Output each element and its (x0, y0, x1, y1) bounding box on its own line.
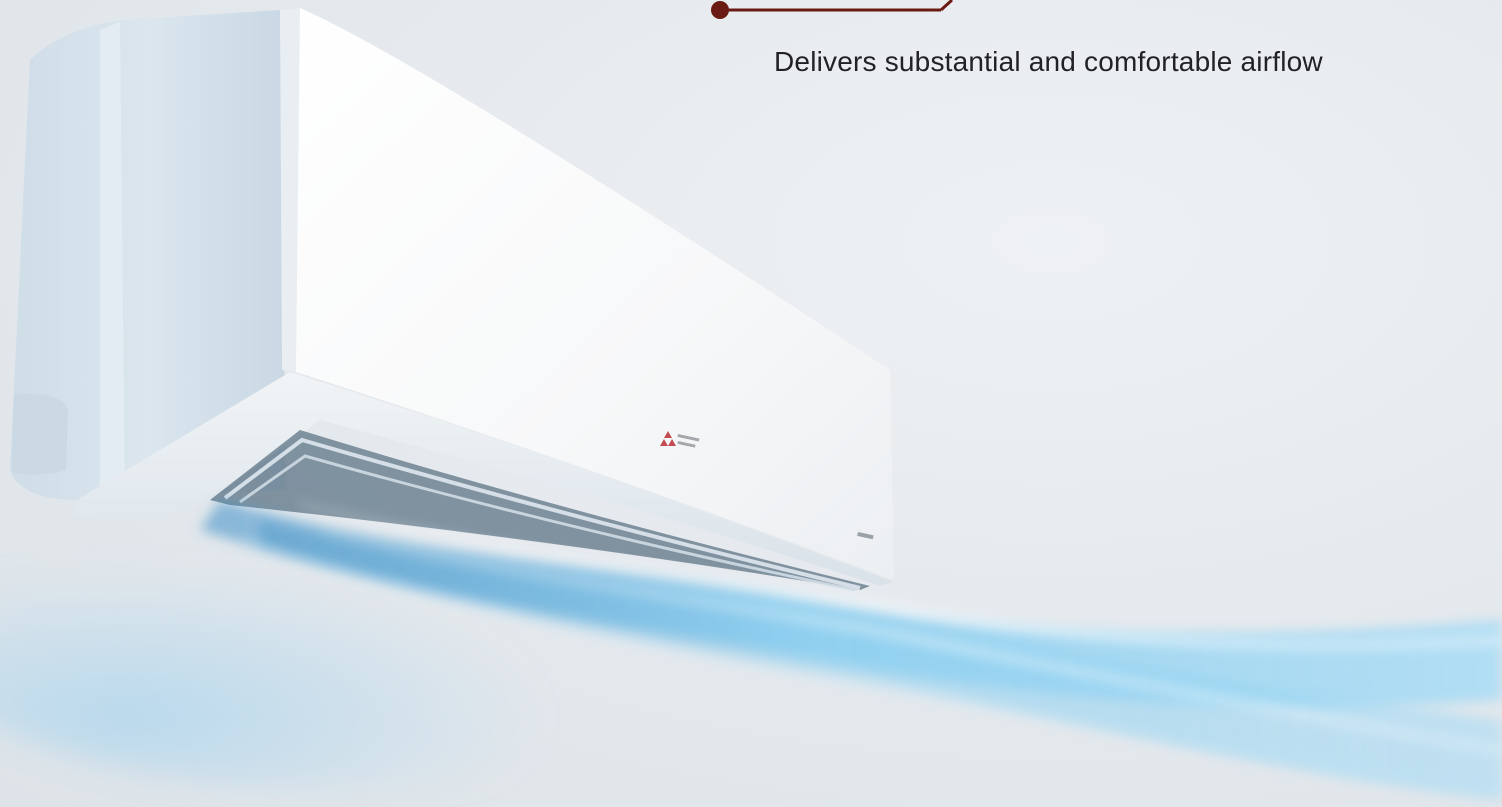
air-conditioner-photo (0, 8, 1502, 800)
hero-scene: Delivers substantial and comfortable air… (0, 0, 1502, 807)
callout-bracket (711, 0, 954, 19)
tagline-text: Delivers substantial and comfortable air… (774, 46, 1323, 77)
